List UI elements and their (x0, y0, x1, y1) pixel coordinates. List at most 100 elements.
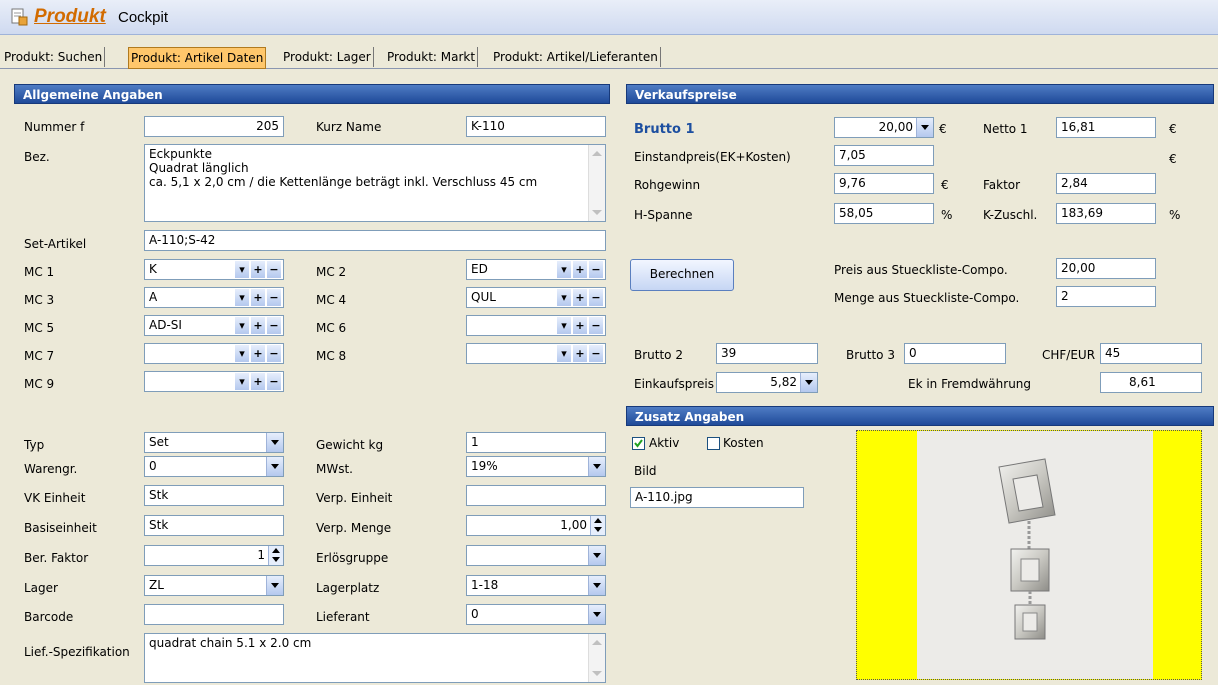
hspanne-field[interactable]: 58,05 (834, 203, 934, 224)
netto1-label: Netto 1 (983, 122, 1028, 136)
verpmenge-spinner-icon[interactable] (590, 516, 605, 535)
vkeinheit-field[interactable]: Stk (144, 485, 284, 506)
warengr-value: 0 (149, 459, 157, 473)
einkauf-dropdown-icon[interactable] (800, 373, 817, 392)
percent-sign-kzuschl: % (1169, 208, 1181, 222)
bild-field[interactable]: A-110.jpg (630, 487, 804, 508)
mc1-buttons[interactable]: ▾ + − (235, 260, 283, 279)
mc6-buttons[interactable]: ▾ + − (557, 316, 605, 335)
brutto1-value: 20,00 (878, 120, 913, 134)
set-artikel-field[interactable]: A-110;S-42 (144, 230, 606, 251)
lieferant-label: Lieferant (316, 610, 370, 624)
mc6-label: MC 6 (316, 321, 347, 335)
tab-suchen[interactable]: Produkt: Suchen (2, 47, 106, 67)
kurzname-label: Kurz Name (316, 120, 382, 134)
liefspez-scrollbar[interactable] (588, 634, 605, 682)
mc5-buttons[interactable]: ▾ + − (235, 316, 283, 335)
lieferant-dropdown-icon[interactable] (588, 605, 605, 624)
bez-scrollbar[interactable] (588, 145, 605, 221)
lagerplatz-select[interactable]: 1-18 (466, 575, 606, 596)
bez-textarea[interactable]: Eckpunkte Quadrat länglich ca. 5,1 x 2,0… (144, 144, 606, 222)
brutto2-field[interactable]: 39 (716, 343, 818, 364)
mc9-field[interactable]: ▾ + − (144, 371, 284, 392)
app-subtitle: Cockpit (118, 9, 169, 26)
mwst-label: MWst. (316, 462, 353, 476)
euro-sign-rohgewinn: € (941, 178, 949, 192)
mc3-buttons[interactable]: ▾ + − (235, 288, 283, 307)
brutto1-dropdown-icon[interactable] (916, 118, 933, 137)
tab-lager[interactable]: Produkt: Lager (281, 47, 374, 67)
mwst-dropdown-icon[interactable] (588, 457, 605, 476)
mc3-field[interactable]: A ▾ + − (144, 287, 284, 308)
mc9-buttons[interactable]: ▾ + − (235, 372, 283, 391)
gewicht-field[interactable]: 1 (466, 432, 606, 453)
rohgewinn-field[interactable]: 9,76 (834, 173, 934, 194)
lieferant-select[interactable]: 0 (466, 604, 606, 625)
mc8-field[interactable]: ▾ + − (466, 343, 606, 364)
mwst-select[interactable]: 19% (466, 456, 606, 477)
mc2-buttons[interactable]: ▾ + − (557, 260, 605, 279)
kzuschl-field[interactable]: 183,69 (1056, 203, 1156, 224)
kosten-checkbox[interactable] (707, 437, 720, 450)
mc4-field[interactable]: QUL ▾ + − (466, 287, 606, 308)
erloes-select[interactable] (466, 545, 606, 566)
kzuschl-label: K-Zuschl. (983, 208, 1038, 222)
lager-label: Lager (24, 581, 58, 595)
brutto1-select[interactable]: 20,00 (834, 117, 934, 138)
liefspez-textarea[interactable]: quadrat chain 5.1 x 2.0 cm (144, 633, 606, 683)
aktiv-checkbox[interactable] (632, 437, 645, 450)
lager-dropdown-icon[interactable] (266, 576, 283, 595)
verpeinheit-field[interactable] (466, 485, 606, 506)
warengr-dropdown-icon[interactable] (266, 457, 283, 476)
mc7-field[interactable]: ▾ + − (144, 343, 284, 364)
euro-sign-netto: € (1169, 122, 1177, 136)
menge-stueck-field[interactable]: 2 (1056, 286, 1156, 307)
chfeur-field[interactable]: 45 (1100, 343, 1202, 364)
bez-line-1: Eckpunkte (149, 147, 212, 161)
berechnen-button[interactable]: Berechnen (630, 259, 734, 291)
brutto3-field[interactable]: 0 (904, 343, 1006, 364)
typ-select[interactable]: Set (144, 432, 284, 453)
basis-label: Basiseinheit (24, 521, 97, 535)
netto1-field[interactable]: 16,81 (1056, 117, 1156, 138)
liefspez-value: quadrat chain 5.1 x 2.0 cm (149, 636, 312, 650)
berfaktor-value: 1 (257, 548, 265, 562)
berfaktor-field[interactable]: 1 (144, 545, 284, 566)
preis-stueck-label: Preis aus Stueckliste-Compo. (834, 263, 1008, 277)
berfaktor-spinner-icon[interactable] (268, 546, 283, 565)
bez-line-2: Quadrat länglich (149, 161, 249, 175)
basis-field[interactable]: Stk (144, 515, 284, 536)
lagerplatz-dropdown-icon[interactable] (588, 576, 605, 595)
rohgewinn-label: Rohgewinn (634, 178, 701, 192)
lager-select[interactable]: ZL (144, 575, 284, 596)
mc2-field[interactable]: ED ▾ + − (466, 259, 606, 280)
ekfremd-field[interactable]: 8,61 (1100, 372, 1202, 393)
barcode-field[interactable] (144, 604, 284, 625)
tab-artikel-lieferanten[interactable]: Produkt: Artikel/Lieferanten (491, 47, 661, 67)
faktor-field[interactable]: 2,84 (1056, 173, 1156, 194)
einkauf-label: Einkaufspreis (634, 377, 714, 391)
tab-markt[interactable]: Produkt: Markt (385, 47, 479, 67)
mc5-field[interactable]: AD-SI ▾ + − (144, 315, 284, 336)
verpmenge-field[interactable]: 1,00 (466, 515, 606, 536)
erloes-dropdown-icon[interactable] (588, 546, 605, 565)
typ-dropdown-icon[interactable] (266, 433, 283, 452)
einkauf-select[interactable]: 5,82 (716, 372, 818, 393)
warengr-select[interactable]: 0 (144, 456, 284, 477)
mc6-field[interactable]: ▾ + − (466, 315, 606, 336)
document-icon (11, 8, 28, 26)
mc7-buttons[interactable]: ▾ + − (235, 344, 283, 363)
euro-sign: € (939, 122, 947, 136)
einstand-field[interactable]: 7,05 (834, 145, 934, 166)
preis-stueck-field[interactable]: 20,00 (1056, 258, 1156, 279)
pendant-illustration (998, 458, 1056, 640)
mc4-buttons[interactable]: ▾ + − (557, 288, 605, 307)
nummer-field[interactable]: 205 (144, 116, 284, 137)
mc7-label: MC 7 (24, 349, 55, 363)
verpmenge-label: Verp. Menge (316, 521, 392, 535)
tab-artikel-daten[interactable]: Produkt: Artikel Daten (128, 47, 267, 69)
mc1-field[interactable]: K ▾ + − (144, 259, 284, 280)
kurzname-field[interactable]: K-110 (466, 116, 606, 137)
app-title[interactable]: Produkt (34, 6, 106, 28)
mc8-buttons[interactable]: ▾ + − (557, 344, 605, 363)
